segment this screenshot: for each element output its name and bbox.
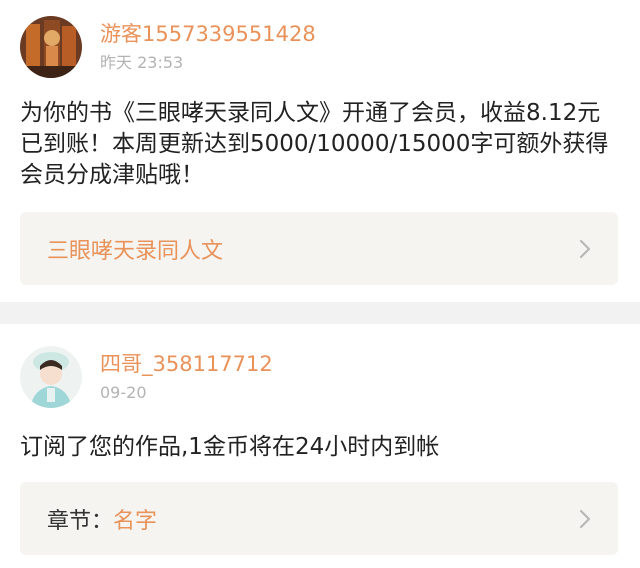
username[interactable]: 四哥_358117712 [100,351,273,377]
user-meta: 游客1557339551428 昨天 23:53 [100,21,316,73]
notification-card-membership: 游客1557339551428 昨天 23:53 为你的书《三眼哮天录同人文》开… [0,0,640,302]
chapter-title: 名字 [113,508,158,534]
user-meta: 四哥_358117712 09-20 [100,351,273,403]
user-avatar[interactable] [20,16,82,78]
avatar-photo-icon [20,346,82,408]
book-title: 三眼哮天录同人文 [47,238,224,264]
user-avatar[interactable] [20,346,82,408]
notification-list: 游客1557339551428 昨天 23:53 为你的书《三眼哮天录同人文》开… [0,0,640,568]
chapter-label: 章节： [47,508,114,534]
avatar-photo-icon [20,16,82,78]
notification-message: 订阅了您的作品,1金币将在24小时内到帐 [20,434,440,460]
notification-message: 为你的书《三眼哮天录同人文》开通了会员，收益8.12元已到账！本周更新达到500… [20,100,609,188]
book-link[interactable]: 三眼哮天录同人文 [20,212,618,285]
notification-card-subscription: 四哥_358117712 09-20 订阅了您的作品,1金币将在24小时内到帐 … [0,324,640,568]
notification-header: 四哥_358117712 09-20 [20,346,273,408]
notification-header: 游客1557339551428 昨天 23:53 [20,16,316,78]
username[interactable]: 游客1557339551428 [100,21,316,47]
chevron-right-icon [579,239,591,258]
chevron-right-icon [579,509,591,528]
section-divider [0,302,640,324]
timestamp: 09-20 [100,383,147,402]
chapter-link[interactable]: 章节： 名字 [20,482,618,555]
timestamp: 昨天 23:53 [100,53,184,72]
